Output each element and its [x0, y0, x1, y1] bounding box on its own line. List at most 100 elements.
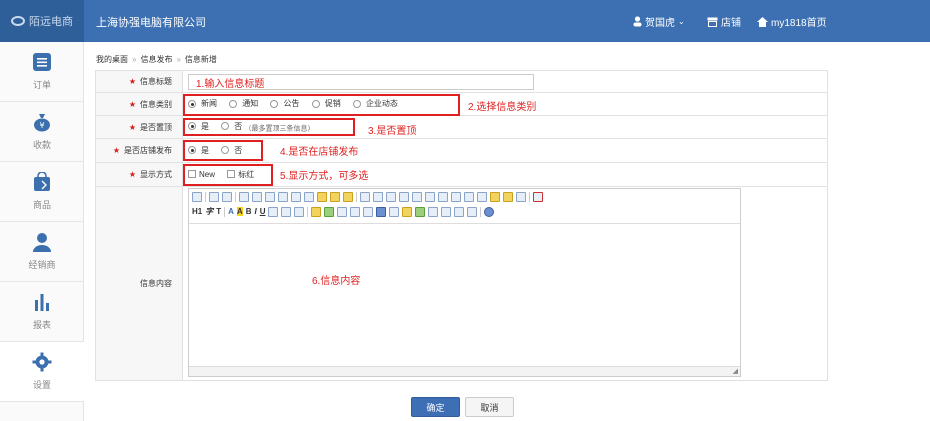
code-icon[interactable] — [278, 191, 288, 202]
cancel-button[interactable]: 取消 — [465, 397, 514, 417]
home-link[interactable]: my1818首页 — [757, 14, 827, 29]
horizontal-line-icon[interactable] — [389, 206, 400, 217]
store-option-yes[interactable]: 是 — [188, 145, 209, 156]
store-label: 店铺 — [721, 18, 741, 29]
sidebar-item-settings[interactable]: 设置 — [0, 342, 84, 402]
font-color-button[interactable]: A — [228, 207, 234, 216]
confirm-button[interactable]: 确定 — [411, 397, 460, 417]
fullscreen-icon[interactable] — [533, 191, 543, 202]
sidebar-item-payments[interactable]: ¥ 收款 — [0, 102, 84, 162]
template-icon[interactable] — [265, 191, 275, 202]
breadcrumb-section[interactable]: 信息发布 — [140, 55, 172, 64]
outdent-icon[interactable] — [451, 191, 461, 202]
sidebar-item-reports[interactable]: 报表 — [0, 282, 84, 342]
logo-text: 陌远电商 — [29, 16, 73, 28]
emoticon-icon[interactable] — [402, 206, 413, 217]
subscript-icon[interactable] — [464, 191, 474, 202]
paste-word-icon[interactable] — [343, 191, 353, 202]
sidebar-item-dealers[interactable]: 经销商 — [0, 222, 84, 282]
annotation-2: 2.选择信息类别 — [468, 102, 537, 113]
align-justify-icon[interactable] — [399, 191, 409, 202]
category-option-notice[interactable]: 通知 — [229, 98, 258, 109]
font-name-button[interactable]: 字 — [205, 206, 213, 217]
heading-button[interactable]: H1 — [192, 207, 202, 216]
sidebar-item-products[interactable]: 商品 — [0, 162, 84, 222]
top-option-yes[interactable]: 是 — [188, 121, 209, 132]
required-star-icon: ★ — [128, 99, 136, 109]
background-color-button[interactable]: A — [236, 207, 243, 216]
sidebar-item-label: 订单 — [32, 80, 51, 90]
help-icon[interactable] — [484, 206, 495, 217]
unordered-list-icon[interactable] — [425, 191, 435, 202]
print-icon[interactable] — [252, 191, 262, 202]
resize-handle-icon[interactable]: ◢ — [733, 367, 738, 375]
map-icon[interactable] — [415, 206, 426, 217]
underline-button[interactable]: U — [260, 207, 266, 216]
align-right-icon[interactable] — [386, 191, 396, 202]
image-icon[interactable] — [311, 206, 322, 217]
anchor-icon[interactable] — [441, 206, 452, 217]
media-icon[interactable] — [350, 206, 361, 217]
unlink-icon[interactable] — [467, 206, 478, 217]
category-option-promotion[interactable]: 促销 — [311, 98, 341, 109]
required-star-icon: ★ — [128, 122, 136, 132]
paste-text-icon[interactable] — [330, 191, 340, 202]
home-label: my1818首页 — [771, 18, 827, 29]
line-height-icon[interactable] — [281, 206, 292, 217]
source-icon[interactable] — [192, 191, 202, 202]
font-size-button[interactable]: T — [216, 207, 221, 216]
display-option-red[interactable]: 标红 — [227, 169, 254, 180]
display-option-new[interactable]: New — [188, 170, 215, 179]
remove-format-icon[interactable] — [294, 206, 305, 217]
annotation-1: 1.输入信息标题 — [196, 79, 265, 90]
cut-icon[interactable] — [291, 191, 301, 202]
user-name: 贺国虎 — [645, 18, 675, 29]
editor-toolbar-row-2: H1 字 T A A B I U — [189, 204, 740, 219]
pagebreak-icon[interactable] — [428, 206, 439, 217]
category-option-news[interactable]: 新闻 — [188, 98, 217, 109]
indent-icon[interactable] — [438, 191, 448, 202]
rich-text-editor: H1 字 T A A B I U ◢ — [188, 188, 741, 377]
table-icon[interactable] — [376, 206, 387, 217]
company-name: 上海协强电脑有限公司 — [96, 17, 206, 29]
home-icon — [757, 16, 768, 27]
money-bag-icon: ¥ — [34, 114, 50, 132]
annotation-6: 6.信息内容 — [312, 276, 361, 287]
sidebar-item-orders[interactable]: 订单 — [0, 42, 84, 102]
ordered-list-icon[interactable] — [412, 191, 422, 202]
category-option-announcement[interactable]: 公告 — [270, 98, 299, 109]
redo-icon[interactable] — [222, 191, 232, 202]
required-star-icon: ★ — [128, 170, 136, 179]
strikethrough-icon[interactable] — [268, 206, 279, 217]
flash-icon[interactable] — [337, 206, 348, 217]
main-content: 我的桌面» 信息发布» 信息新增 ★ 信息标题 ★ 信息类别 新闻 通知 公告 促销 企… — [84, 42, 930, 421]
category-option-company-news[interactable]: 企业动态 — [352, 98, 398, 109]
link-icon[interactable] — [454, 206, 465, 217]
required-star-icon: ★ — [112, 146, 120, 155]
align-left-icon[interactable] — [360, 191, 370, 202]
attachment-icon[interactable] — [363, 206, 374, 217]
clear-format-icon[interactable] — [490, 191, 500, 202]
copy-icon[interactable] — [304, 191, 314, 202]
form-row-store: ★ 是否店铺发布 是 否 — [95, 138, 828, 163]
editor-resize-bar[interactable]: ◢ — [189, 366, 740, 376]
preview-icon[interactable] — [239, 191, 249, 202]
editor-content-area[interactable] — [189, 223, 740, 368]
store-link[interactable]: 店铺 — [707, 14, 741, 29]
breadcrumb-home[interactable]: 我的桌面 — [96, 55, 128, 64]
paste-icon[interactable] — [317, 191, 327, 202]
quick-format-icon[interactable] — [503, 191, 513, 202]
undo-icon[interactable] — [209, 191, 219, 202]
logo[interactable]: 陌远电商 — [0, 0, 84, 42]
store-option-no[interactable]: 否 — [221, 145, 242, 156]
user-menu[interactable]: 贺国虎 ⌄ — [633, 14, 685, 29]
chevron-down-icon: ⌄ — [678, 17, 685, 26]
bold-button[interactable]: B — [246, 207, 252, 216]
info-form: ★ 信息标题 ★ 信息类别 新闻 通知 公告 促销 企业动态 ★ 是否置顶 是 否 （… — [95, 70, 828, 381]
italic-button[interactable]: I — [254, 207, 256, 216]
align-center-icon[interactable] — [373, 191, 383, 202]
superscript-icon[interactable] — [477, 191, 487, 202]
select-all-icon[interactable] — [516, 191, 526, 202]
top-option-no[interactable]: 否 — [221, 121, 242, 132]
multi-image-icon[interactable] — [324, 206, 335, 217]
